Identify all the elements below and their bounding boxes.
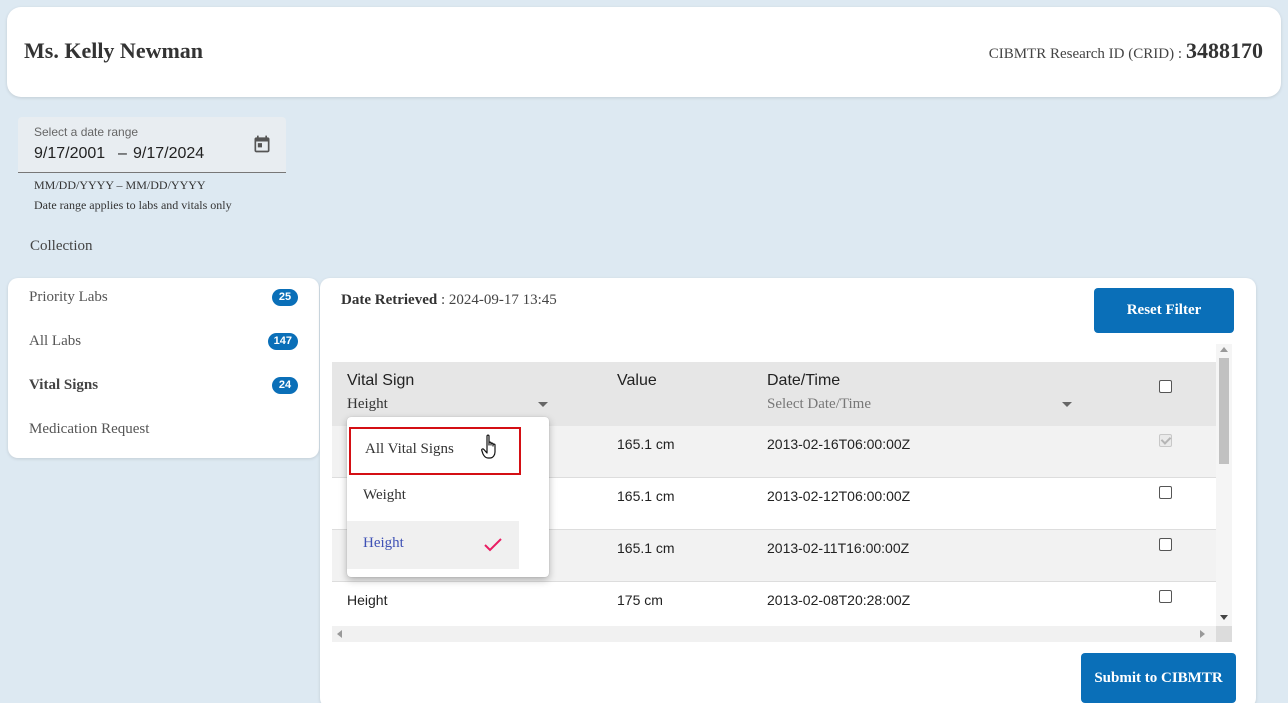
scrollbar-corner [1216, 626, 1232, 642]
cell-datetime: 2013-02-16T06:00:00Z [767, 436, 911, 452]
chevron-down-icon[interactable] [538, 402, 548, 407]
option-label: Height [363, 535, 404, 551]
sidebar: Priority Labs 25 All Labs 147 Vital Sign… [8, 278, 319, 458]
sidebar-item-vital-signs[interactable]: Vital Signs 24 [8, 366, 319, 410]
date-retrieved: Date Retrieved : 2024-09-17 13:45 [341, 292, 557, 309]
sidebar-item-label: Medication Request [29, 421, 150, 437]
row-checkbox[interactable] [1159, 486, 1172, 499]
option-label: Weight [363, 487, 406, 503]
count-badge: 147 [267, 333, 298, 350]
collection-label: Collection [30, 238, 93, 254]
row-checkbox[interactable] [1159, 590, 1172, 603]
scroll-right-icon[interactable] [1200, 630, 1205, 638]
sidebar-item-all-labs[interactable]: All Labs 147 [8, 322, 319, 366]
sidebar-item-label: Vital Signs [29, 377, 99, 393]
submit-to-cibmtr-button[interactable]: Submit to CIBMTR [1081, 653, 1236, 703]
option-label: All Vital Signs [365, 441, 454, 457]
scrollbar-thumb[interactable] [1219, 358, 1229, 464]
row-checkbox[interactable] [1159, 538, 1172, 551]
date-range-label: Select a date range [34, 125, 139, 139]
vertical-scrollbar[interactable] [1216, 344, 1232, 626]
date-retrieved-value: : 2024-09-17 13:45 [440, 292, 557, 308]
cell-datetime: 2013-02-12T06:00:00Z [767, 488, 911, 504]
date-range-separator: – [118, 145, 127, 162]
select-all-checkbox[interactable] [1159, 380, 1172, 393]
calendar-icon[interactable] [252, 134, 272, 154]
hand-pointer-icon [481, 434, 496, 459]
vital-sign-dropdown-menu: All Vital Signs Weight Height [347, 417, 549, 577]
sidebar-item-label: Priority Labs [29, 289, 108, 305]
crid-label: CIBMTR Research ID (CRID) : [988, 46, 1182, 62]
row-checkbox [1159, 434, 1172, 447]
date-range-start-input[interactable]: 9/17/2001 [34, 145, 105, 163]
sidebar-item-medication-request[interactable]: Medication Request [8, 410, 319, 454]
reset-filter-button[interactable]: Reset Filter [1094, 288, 1234, 333]
crid: CIBMTR Research ID (CRID) :3488170 [989, 38, 1263, 64]
cell-datetime: 2013-02-08T20:28:00Z [767, 592, 911, 608]
option-weight[interactable]: Weight [347, 473, 519, 521]
table-row: Height 175 cm 2013-02-08T20:28:00Z [332, 582, 1216, 626]
crid-value: 3488170 [1186, 38, 1263, 63]
column-header-value: Value [617, 372, 657, 389]
date-range-field[interactable]: Select a date range 9/17/2001 – 9/17/202… [18, 117, 286, 173]
scroll-left-icon[interactable] [337, 630, 342, 638]
cell-datetime: 2013-02-11T16:00:00Z [767, 540, 910, 556]
scroll-down-icon[interactable] [1220, 615, 1228, 620]
cell-vital-sign: Height [347, 592, 388, 608]
column-header-vital-sign: Vital Sign [347, 372, 415, 389]
date-retrieved-label: Date Retrieved [341, 292, 438, 308]
cell-value: 165.1 cm [617, 436, 675, 452]
count-badge: 24 [272, 377, 298, 394]
datetime-filter-select[interactable]: Select Date/Time [767, 396, 871, 413]
patient-name: Ms. Kelly Newman [24, 38, 204, 63]
sidebar-item-label: All Labs [29, 333, 82, 349]
horizontal-scrollbar[interactable] [332, 626, 1232, 642]
date-range-end-input[interactable]: 9/17/2024 [133, 145, 204, 163]
date-range-note: Date range applies to labs and vitals on… [34, 198, 232, 212]
cell-value: 165.1 cm [617, 488, 675, 504]
date-format-hint: MM/DD/YYYY – MM/DD/YYYY [34, 178, 206, 192]
vital-sign-filter-select[interactable]: Height [347, 396, 388, 413]
check-icon [484, 538, 502, 552]
column-header-datetime: Date/Time [767, 372, 841, 389]
option-height[interactable]: Height [347, 521, 519, 569]
patient-header: Ms. Kelly Newman CIBMTR Research ID (CRI… [7, 7, 1281, 97]
cell-value: 175 cm [617, 592, 663, 608]
count-badge: 25 [272, 289, 298, 306]
scroll-up-icon[interactable] [1220, 347, 1228, 352]
chevron-down-icon[interactable] [1062, 402, 1072, 407]
cell-value: 165.1 cm [617, 540, 675, 556]
sidebar-item-priority-labs[interactable]: Priority Labs 25 [8, 278, 319, 322]
